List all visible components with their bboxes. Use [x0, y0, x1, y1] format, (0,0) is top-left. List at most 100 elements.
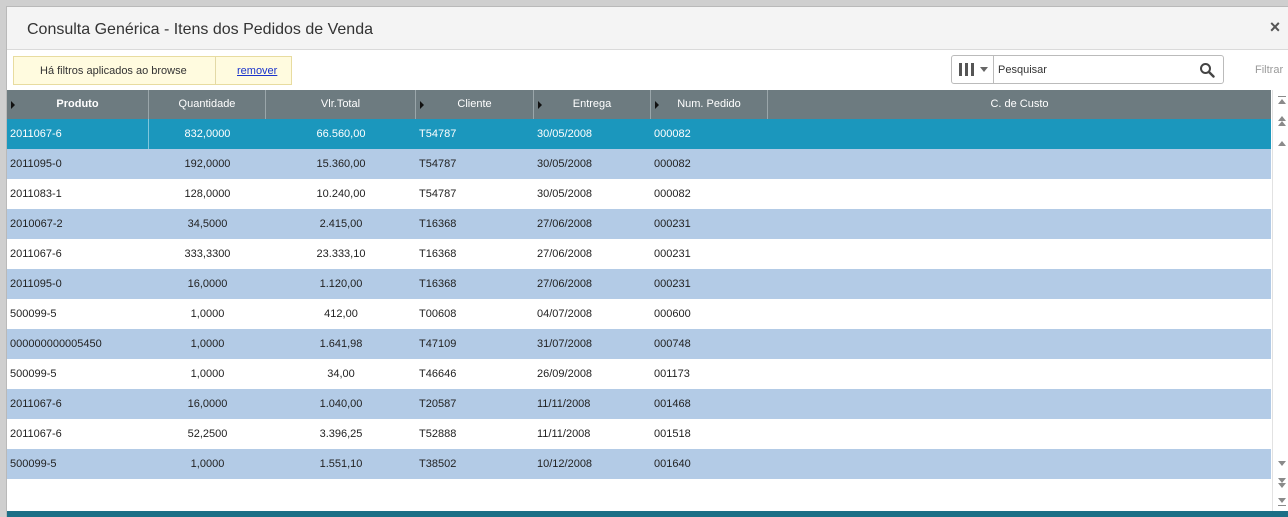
cell-quantidade: 52,2500	[187, 428, 228, 440]
cell-c-de-custo	[768, 299, 1271, 329]
column-label: Cliente	[457, 98, 492, 110]
search-input[interactable]	[998, 59, 1188, 80]
dialog-window: Consulta Genérica - Itens dos Pedidos de…	[6, 6, 1288, 517]
table-row[interactable]: 2011095-0 16,0000 1.120,00 T16368 27/06/2008…	[7, 269, 1271, 299]
cell-vlr-total: 412,00	[324, 308, 358, 320]
divider	[215, 57, 216, 84]
cell-c-de-custo	[768, 209, 1271, 239]
column-header-c-de-custo[interactable]: C. de Custo	[768, 90, 1271, 119]
cell-entrega: 30/05/2008	[537, 188, 593, 200]
scroll-down-icon[interactable]	[1276, 458, 1287, 469]
table-row[interactable]: 2011067-6 832,0000 66.560,00 T54787 30/05/20…	[7, 119, 1271, 149]
cell-vlr-total: 34,00	[327, 368, 355, 380]
cell-entrega: 30/05/2008	[537, 128, 593, 140]
cell-produto: 500099-5	[10, 458, 57, 470]
table-row[interactable]: 500099-5 1,0000 1.551,10 T38502 10/12/2008 00…	[7, 449, 1271, 479]
title-bar: Consulta Genérica - Itens dos Pedidos de…	[7, 7, 1288, 50]
chevron-down-icon	[980, 67, 988, 72]
cell-entrega: 27/06/2008	[537, 218, 593, 230]
cell-produto: 500099-5	[10, 368, 57, 380]
table-row[interactable]: 2010067-2 34,5000 2.415,00 T16368 27/06/2008…	[7, 209, 1271, 239]
table-row[interactable]: 2011067-6 16,0000 1.040,00 T20587 11/11/2008…	[7, 389, 1271, 419]
cell-c-de-custo	[768, 239, 1271, 269]
cell-cliente: T16368	[419, 278, 457, 290]
cell-num-pedido: 000082	[654, 158, 691, 170]
cell-entrega: 11/11/2008	[537, 428, 591, 440]
filter-notice: Há filtros aplicados ao browse remover	[13, 56, 292, 85]
cell-quantidade: 1,0000	[190, 368, 225, 380]
cell-c-de-custo	[768, 389, 1271, 419]
cell-produto: 2011067-6	[7, 119, 149, 149]
table-row[interactable]: 2011067-6 52,2500 3.396,25 T52888 11/11/2008…	[7, 419, 1271, 449]
search-box	[951, 55, 1224, 84]
cell-cliente: T38502	[419, 458, 457, 470]
cell-produto: 2011067-6	[10, 398, 62, 410]
column-header-cliente[interactable]: Cliente	[416, 90, 534, 119]
cell-vlr-total: 10.240,00	[316, 188, 366, 200]
table-row[interactable]: 2011095-0 192,0000 15.360,00 T54787 30/05/20…	[7, 149, 1271, 179]
cell-vlr-total: 1.641,98	[319, 338, 363, 350]
scroll-to-top-icon[interactable]	[1276, 96, 1287, 107]
column-header-entrega[interactable]: Entrega	[534, 90, 651, 119]
grid-header: Produto Quantidade Vlr.Total Cliente Ent…	[7, 90, 1271, 119]
expand-arrow-icon	[538, 101, 542, 109]
cell-quantidade: 1,0000	[190, 458, 225, 470]
page-up-icon[interactable]	[1276, 116, 1287, 127]
cell-num-pedido: 000231	[654, 218, 691, 230]
table-row[interactable]: 000000000005450 1,0000 1.641,98 T47109 31/07…	[7, 329, 1271, 359]
cell-produto: 000000000005450	[10, 338, 102, 350]
search-icon[interactable]	[1199, 62, 1215, 78]
cell-entrega: 30/05/2008	[537, 158, 593, 170]
filter-button[interactable]: Filtrar	[1255, 64, 1283, 76]
cell-entrega: 31/07/2008	[537, 338, 593, 350]
cell-num-pedido: 001173	[654, 368, 690, 380]
scroll-to-bottom-icon[interactable]	[1276, 498, 1287, 509]
cell-num-pedido: 001518	[654, 428, 691, 440]
column-header-num-pedido[interactable]: Num. Pedido	[651, 90, 768, 119]
cell-cliente: T54787	[419, 128, 457, 140]
cell-vlr-total: 1.040,00	[319, 398, 363, 410]
cell-c-de-custo	[768, 269, 1271, 299]
page-down-icon[interactable]	[1276, 478, 1287, 489]
vertical-scrollbar[interactable]	[1272, 90, 1288, 511]
table-row[interactable]: 500099-5 1,0000 34,00 T46646 26/09/2008 00117…	[7, 359, 1271, 389]
cell-quantidade: 16,0000	[187, 278, 228, 290]
cell-entrega: 27/06/2008	[537, 278, 593, 290]
columns-button[interactable]	[952, 56, 994, 83]
cell-c-de-custo	[768, 179, 1271, 209]
cell-cliente: T52888	[419, 428, 457, 440]
cell-num-pedido: 000231	[654, 278, 691, 290]
cell-cliente: T16368	[419, 248, 457, 260]
cell-num-pedido: 000231	[654, 248, 691, 260]
cell-quantidade: 128,0000	[184, 188, 231, 200]
column-label: Entrega	[572, 98, 612, 110]
cell-entrega: 10/12/2008	[537, 458, 593, 470]
cell-num-pedido: 000748	[654, 338, 691, 350]
cell-vlr-total: 23.333,10	[316, 248, 366, 260]
cell-cliente: T00608	[419, 308, 457, 320]
filter-notice-text: Há filtros aplicados ao browse	[40, 65, 187, 77]
cell-num-pedido: 000082	[654, 128, 691, 140]
data-grid: Produto Quantidade Vlr.Total Cliente Ent…	[7, 90, 1271, 511]
cell-produto: 2011067-6	[10, 428, 62, 440]
table-row[interactable]: 500099-5 1,0000 412,00 T00608 04/07/2008 0006…	[7, 299, 1271, 329]
table-row[interactable]: 2011067-6 333,3300 23.333,10 T16368 27/06/20…	[7, 239, 1271, 269]
column-label: Num. Pedido	[677, 98, 741, 110]
cell-entrega: 11/11/2008	[537, 398, 591, 410]
column-label: Vlr.Total	[320, 98, 361, 110]
cell-cliente: T46646	[419, 368, 457, 380]
column-header-produto[interactable]: Produto	[7, 90, 149, 119]
column-header-quantidade[interactable]: Quantidade	[149, 90, 266, 119]
cell-c-de-custo	[768, 419, 1271, 449]
column-header-vlr-total[interactable]: Vlr.Total	[266, 90, 416, 119]
cell-quantidade: 34,5000	[187, 218, 228, 230]
cell-quantidade: 16,0000	[187, 398, 228, 410]
table-row[interactable]: 2011083-1 128,0000 10.240,00 T54787 30/05/20…	[7, 179, 1271, 209]
expand-arrow-icon	[420, 101, 424, 109]
cell-vlr-total: 1.551,10	[319, 458, 363, 470]
cell-vlr-total: 15.360,00	[316, 158, 366, 170]
cell-c-de-custo	[768, 449, 1271, 479]
scroll-up-icon[interactable]	[1276, 138, 1287, 149]
close-icon[interactable]: ×	[1267, 17, 1283, 37]
remove-filters-link[interactable]: remover	[237, 65, 277, 77]
